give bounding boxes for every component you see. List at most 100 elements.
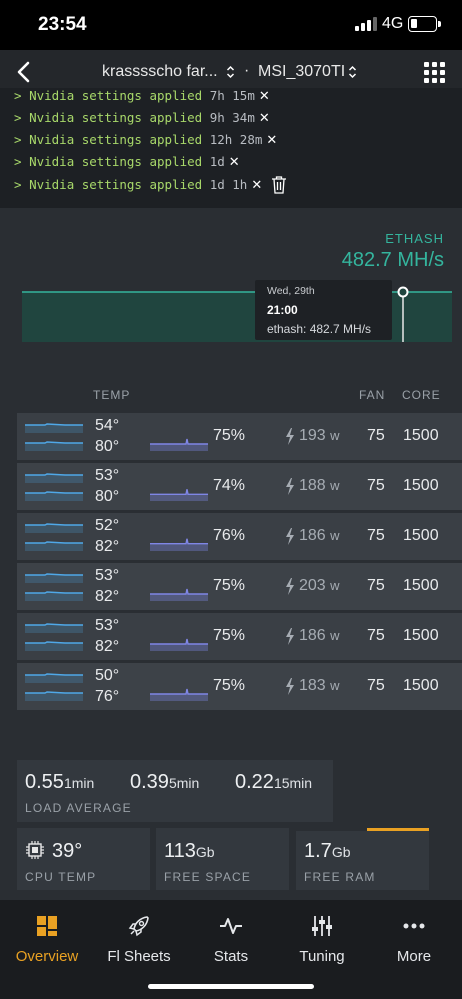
gpu-selector[interactable]: MSI_3070TI [258,63,345,81]
bolt-icon [286,528,294,545]
col-fan: FAN [359,388,386,402]
gpu-core: 1500 [403,477,439,494]
temp-area [25,575,83,583]
gpu-row[interactable]: 50° 76° 75% 183 w 75 1500 [17,663,462,711]
free-space-card: 113Gb FREE SPACE [156,828,289,890]
log-line: > Nvidia settings applied 1d 1h ✕ [14,177,263,193]
gpu-core: 1500 [403,627,439,644]
temp-sparkline [25,473,83,501]
load-average-card: 0.551min 0.395min 0.2215min LOAD AVERAGE [17,760,333,822]
temp-area [25,425,83,433]
temp-line [25,441,83,444]
grid-menu-icon[interactable] [424,62,446,84]
temp-line [25,673,83,676]
trash-icon[interactable] [271,175,287,194]
load-5min: 0.395min [130,771,200,793]
chart-point [397,286,409,298]
log-line: > Nvidia settings applied 12h 28m ✕ [14,132,278,148]
temp-sparkline [25,573,83,601]
util-sparkline [150,638,208,651]
rig-updown-icon[interactable] [226,65,235,79]
gpu-temp: 50° [95,667,120,684]
close-icon[interactable]: ✕ [259,111,270,126]
bolt-icon [286,628,294,645]
temp-sparkline [25,623,83,651]
gpu-power: 193 w [299,427,340,444]
gpu-fan: 75 [367,427,385,444]
tab-stats[interactable]: Stats [191,900,271,970]
temp-line [25,691,83,694]
temp-area [25,443,83,451]
tooltip-time: 21:00 [267,303,298,317]
util-area [150,538,208,551]
gpu-core: 1500 [403,577,439,594]
battery-icon [408,16,437,32]
tab-more[interactable]: More [374,900,454,970]
close-icon[interactable]: ✕ [259,89,270,104]
temp-sparkline [25,523,83,551]
tab-overview[interactable]: Overview [7,900,87,970]
gpu-row[interactable]: 53° 82° 75% 203 w 75 1500 [17,563,462,611]
home-indicator [148,984,314,989]
gpu-power: 186 w [299,627,340,644]
temp-sparkline [25,423,83,451]
temp-area [25,493,83,501]
load-15min: 0.2215min [235,771,313,793]
gpu-core: 1500 [403,677,439,694]
util-line [150,538,208,545]
free-ram-label: FREE RAM [304,870,376,884]
header-separator: · [244,62,250,79]
free-ram-card: 1.7Gb FREE RAM [296,831,429,890]
gpu-util: 75% [213,677,246,694]
util-area [150,439,208,451]
cpu-temp-card: 39° CPU TEMP [17,828,150,890]
close-icon[interactable]: ✕ [229,155,240,170]
tooltip-value: ethash: 482.7 MH/s [267,322,372,336]
temp-line [25,473,83,476]
util-line [150,438,208,445]
more-icon [403,923,425,929]
util-sparkline [150,688,208,701]
gpu-temp: 53° [95,617,120,634]
temp-line [25,491,83,494]
gpu-mem-temp: 76° [95,688,120,705]
load-average-label: LOAD AVERAGE [25,801,132,815]
gpu-mem-temp: 80° [95,488,120,505]
bolt-icon [286,428,294,445]
temp-line [25,591,83,594]
rig-selector[interactable]: krasssscho far... [102,63,218,81]
gpu-mem-temp: 82° [95,638,120,655]
gpu-mem-temp: 82° [95,588,120,605]
sliders-icon [312,916,332,936]
chart-tooltip: Wed, 29th 21:00 ethash: 482.7 MH/s [255,280,392,340]
close-icon[interactable]: ✕ [251,178,262,193]
util-sparkline [150,588,208,601]
temp-area [25,625,83,633]
col-core: CORE [402,388,441,402]
gpu-row[interactable]: 53° 82° 75% 186 w 75 1500 [17,613,462,661]
util-area [150,689,208,701]
free-ram-value: 1.7Gb [304,840,351,862]
algo-label: ETHASH [385,231,444,246]
gpu-fan: 75 [367,577,385,594]
gpu-row[interactable]: 53° 80° 74% 188 w 75 1500 [17,463,462,511]
bolt-icon [286,478,294,495]
back-arrow-icon[interactable] [14,60,34,84]
tab-tuning[interactable]: Tuning [282,900,362,970]
temp-area [25,593,83,601]
gpu-row[interactable]: 54° 80° 75% 193 w 75 1500 [17,413,462,461]
gpu-temp: 52° [95,517,120,534]
close-icon[interactable]: ✕ [266,133,277,148]
bolt-icon [286,678,294,695]
util-sparkline [150,538,208,551]
util-line [150,588,208,595]
gpu-row[interactable]: 52° 82° 76% 186 w 75 1500 [17,513,462,561]
util-line [150,638,208,645]
hashrate-value: 482.7 MH/s [341,249,444,271]
cpu-temp-label: CPU TEMP [25,870,97,884]
util-line [150,688,208,695]
tab-fl-sheets[interactable]: Fl Sheets [99,900,179,970]
gpu-util: 76% [213,527,246,544]
gpu-updown-icon[interactable] [348,65,357,79]
gpu-util: 75% [213,627,246,644]
